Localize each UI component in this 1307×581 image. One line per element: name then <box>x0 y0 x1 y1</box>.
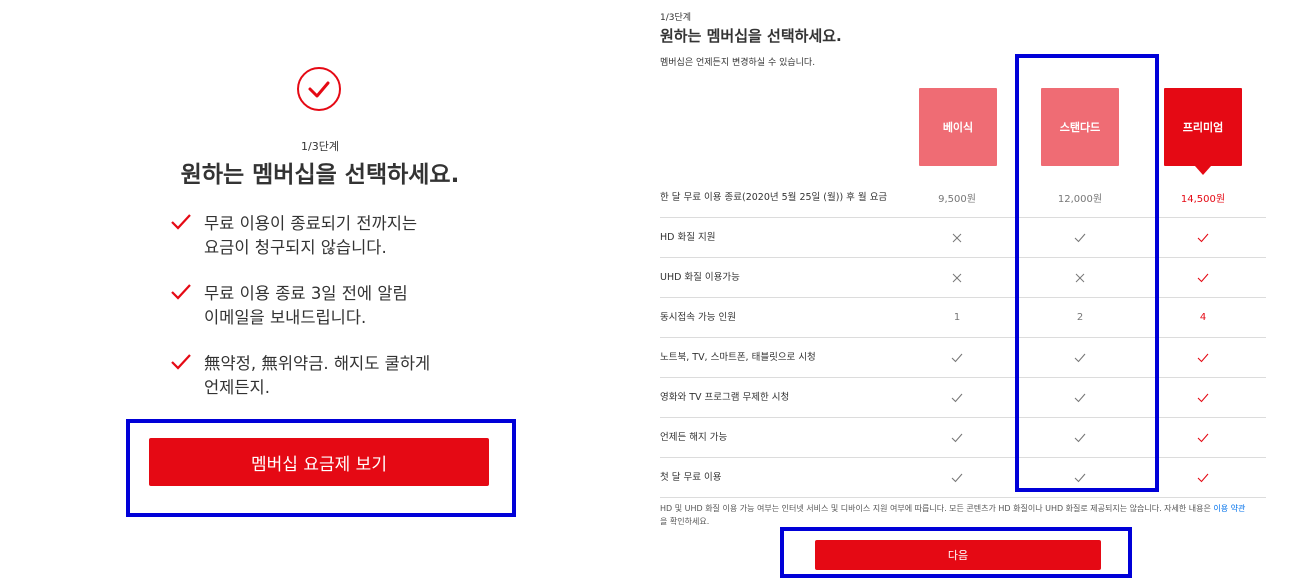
footnote-end: 을 확인하세요. <box>660 517 710 526</box>
terms-link[interactable]: 이용 약관 <box>1213 504 1245 513</box>
table-cell: 4 <box>1199 312 1207 323</box>
row-label: 동시접속 가능 인원 <box>660 312 736 323</box>
plan-premium[interactable]: 프리미엄 <box>1164 88 1242 166</box>
row-label: 노트북, TV, 스마트폰, 태블릿으로 시청 <box>660 352 816 363</box>
table-row: 첫 달 무료 이용 <box>660 458 1266 498</box>
plan-standard[interactable]: 스탠다드 <box>1041 88 1119 166</box>
check-icon <box>1040 378 1120 417</box>
check-icon <box>917 378 997 417</box>
cross-icon <box>917 258 997 297</box>
check-icon <box>1040 218 1120 257</box>
table-cell: 2 <box>1076 312 1084 323</box>
benefit-text: 무료 이용이 종료되기 전까지는 요금이 청구되지 않습니다. <box>204 214 418 257</box>
table-row: 동시접속 가능 인원 1 2 4 <box>660 298 1266 338</box>
row-label: 영화와 TV 프로그램 무제한 시청 <box>660 392 790 403</box>
benefit-text: 무료 이용 종료 3일 전에 알림 이메일을 보내드립니다. <box>204 284 408 327</box>
footnote-text: HD 및 UHD 화질 이용 가능 여부는 인터넷 서비스 및 디바이스 지원 … <box>660 504 1214 513</box>
check-icon <box>171 284 191 300</box>
check-icon <box>1040 338 1120 377</box>
check-circle-icon <box>297 67 341 111</box>
check-icon <box>171 214 191 230</box>
check-icon <box>917 418 997 457</box>
table-row: 노트북, TV, 스마트폰, 태블릿으로 시청 <box>660 338 1266 378</box>
page-title: 원하는 멤버십을 선택하세요. <box>180 162 460 188</box>
left-panel: 1/3단계 원하는 멤버십을 선택하세요. 무료 이용이 종료되기 전까지는 요… <box>0 0 640 581</box>
step-indicator: 1/3단계 <box>660 13 692 23</box>
row-label: 언제든 해지 가능 <box>660 432 728 443</box>
table-row: HD 화질 지원 <box>660 218 1266 258</box>
check-icon <box>1163 378 1243 417</box>
row-label: HD 화질 지원 <box>660 232 716 243</box>
check-icon <box>917 458 997 497</box>
table-row: 언제든 해지 가능 <box>660 418 1266 458</box>
check-icon <box>171 354 191 370</box>
view-plans-button[interactable]: 멤버십 요금제 보기 <box>149 438 489 486</box>
cross-icon <box>1040 258 1120 297</box>
row-label: UHD 화질 이용가능 <box>660 272 740 283</box>
check-icon <box>1163 258 1243 297</box>
cross-icon <box>917 218 997 257</box>
table-cell: 14,500원 <box>1180 194 1226 205</box>
plan-basic[interactable]: 베이식 <box>919 88 997 166</box>
check-icon <box>1163 458 1243 497</box>
benefits-list: 무료 이용이 종료되기 전까지는 요금이 청구되지 않습니다. 무료 이용 종료… <box>170 212 490 422</box>
table-cell: 9,500원 <box>938 194 976 205</box>
check-icon <box>1040 418 1120 457</box>
benefit-text: 無약정, 無위약금. 해지도 쿨하게 언제든지. <box>204 354 431 397</box>
next-button[interactable]: 다음 <box>815 540 1101 570</box>
benefit-item: 무료 이용이 종료되기 전까지는 요금이 청구되지 않습니다. <box>170 212 490 282</box>
table-row: UHD 화질 이용가능 <box>660 258 1266 298</box>
table-row: 한 달 무료 이용 종료(2020년 5월 25일 (월)) 후 월 요금 9,5… <box>660 178 1266 218</box>
check-icon <box>1163 418 1243 457</box>
page-title: 원하는 멤버십을 선택하세요. <box>660 27 842 45</box>
right-panel: 1/3단계 원하는 멤버십을 선택하세요. 멤버십은 언제든지 변경하실 수 있… <box>640 0 1307 581</box>
check-icon <box>1163 218 1243 257</box>
step-indicator: 1/3단계 <box>301 140 339 153</box>
benefit-item: 무료 이용 종료 3일 전에 알림 이메일을 보내드립니다. <box>170 282 490 352</box>
page-subtitle: 멤버십은 언제든지 변경하실 수 있습니다. <box>660 58 816 68</box>
selected-plan-arrow <box>1195 166 1211 175</box>
footnote: HD 및 UHD 화질 이용 가능 여부는 인터넷 서비스 및 디바이스 지원 … <box>660 502 1250 528</box>
check-icon <box>917 338 997 377</box>
table-cell: 12,000원 <box>1057 194 1103 205</box>
row-label: 첫 달 무료 이용 <box>660 472 722 483</box>
table-cell: 1 <box>953 312 961 323</box>
check-icon <box>1040 458 1120 497</box>
plan-comparison-table: 한 달 무료 이용 종료(2020년 5월 25일 (월)) 후 월 요금 9,5… <box>660 178 1266 498</box>
table-row: 영화와 TV 프로그램 무제한 시청 <box>660 378 1266 418</box>
row-label: 한 달 무료 이용 종료(2020년 5월 25일 (월)) 후 월 요금 <box>660 192 888 203</box>
benefit-item: 無약정, 無위약금. 해지도 쿨하게 언제든지. <box>170 352 490 422</box>
check-icon <box>1163 338 1243 377</box>
